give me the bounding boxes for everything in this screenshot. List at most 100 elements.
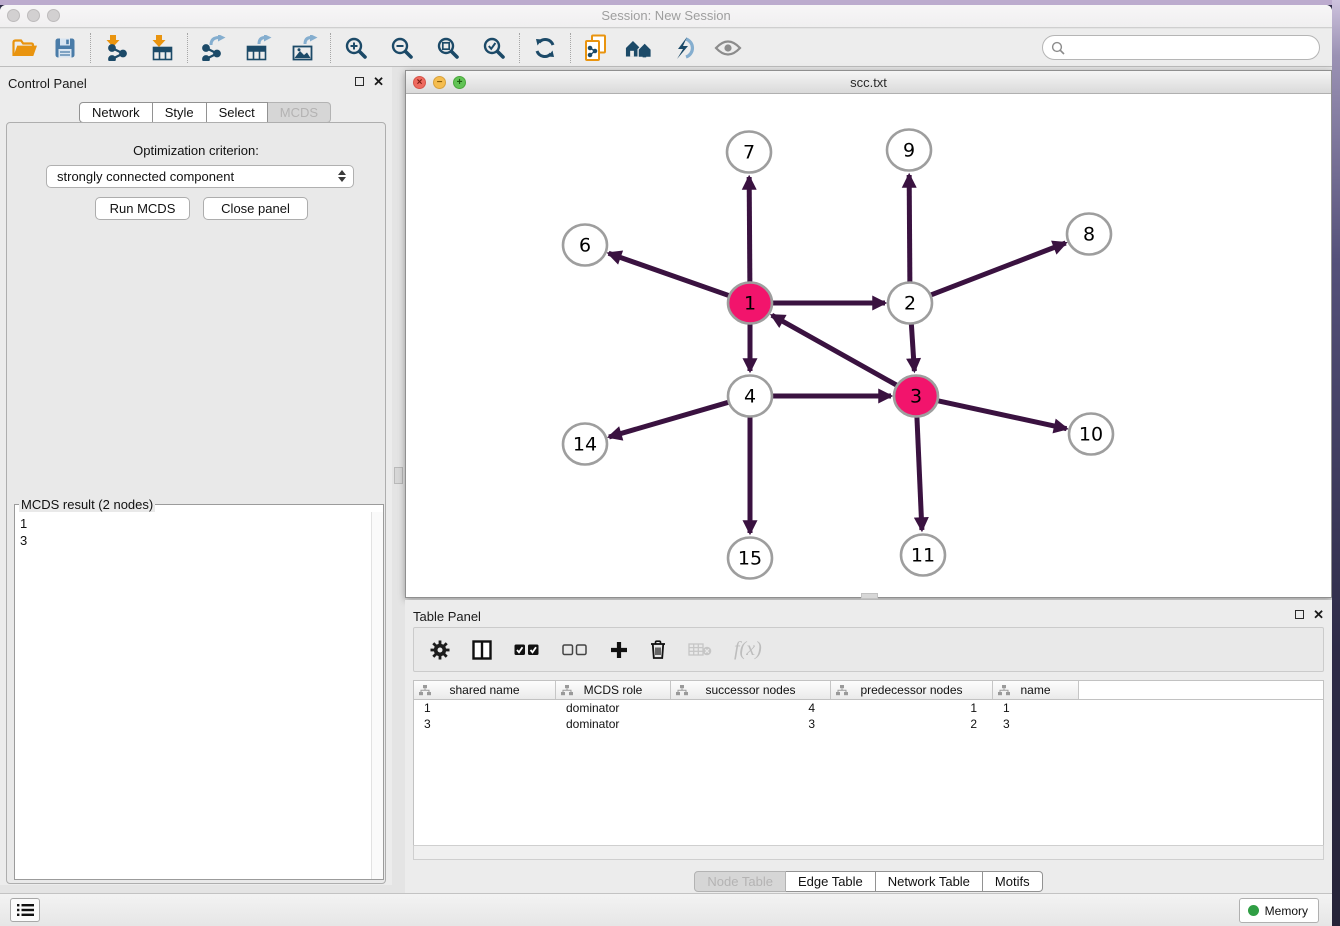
table-cell: 3 — [414, 716, 556, 732]
table-tab-motifs[interactable]: Motifs — [983, 871, 1043, 892]
column-header-successor-nodes[interactable]: successor nodes — [671, 681, 831, 699]
open-folder-icon — [12, 37, 38, 59]
table-row[interactable]: 1dominator411 — [414, 700, 1323, 716]
refresh-button[interactable] — [530, 33, 560, 63]
toolbar-separator — [90, 33, 91, 63]
close-panel-button[interactable]: Close panel — [203, 197, 308, 220]
graph-edge-1-7[interactable] — [749, 177, 750, 284]
float-table-panel-icon[interactable] — [1295, 610, 1304, 619]
close-panel-icon[interactable]: ✕ — [373, 76, 384, 87]
graph-node-10[interactable]: 10 — [1069, 414, 1113, 455]
save-floppy-icon — [54, 37, 76, 59]
zoom-fit-button[interactable] — [433, 33, 463, 63]
save-session-button[interactable] — [50, 33, 80, 63]
table-panel-title: Table Panel — [413, 609, 481, 624]
task-history-button[interactable] — [10, 898, 40, 922]
table-cell: dominator — [556, 700, 671, 716]
horizontal-splitter-handle[interactable] — [861, 593, 878, 599]
mcds-result-text[interactable]: 1 3 — [15, 512, 371, 879]
import-table-icon — [149, 35, 175, 61]
criterion-dropdown[interactable]: strongly connected component — [46, 165, 354, 188]
zoom-out-button[interactable] — [387, 33, 417, 63]
import-network-button[interactable] — [101, 33, 131, 63]
svg-text:15: 15 — [738, 548, 762, 570]
run-mcds-button[interactable]: Run MCDS — [95, 197, 190, 220]
close-table-panel-icon[interactable]: ✕ — [1313, 609, 1324, 620]
delete-column-button[interactable] — [650, 640, 666, 659]
export-table-button[interactable] — [244, 33, 274, 63]
column-type-icon — [561, 685, 573, 696]
column-header-shared-name[interactable]: shared name — [414, 681, 556, 699]
graph-node-14[interactable]: 14 — [563, 424, 607, 465]
network-canvas[interactable]: 7 9 6 8 1 2 4 3 14 10 15 11 — [406, 94, 1331, 597]
tab-style[interactable]: Style — [153, 102, 207, 123]
search-input[interactable] — [1065, 38, 1319, 58]
optimization-criterion-label: Optimization criterion: — [7, 143, 385, 158]
table-tab-node-table[interactable]: Node Table — [694, 871, 786, 892]
table-tab-network-table[interactable]: Network Table — [876, 871, 983, 892]
svg-text:11: 11 — [911, 545, 935, 567]
graph-edge-1-6[interactable] — [609, 253, 732, 296]
column-type-icon — [676, 685, 688, 696]
column-header-filler — [1079, 681, 1323, 699]
table-body: 1dominator4113dominator323 — [414, 700, 1323, 732]
zoom-selected-button[interactable] — [479, 33, 509, 63]
memory-button[interactable]: Memory — [1239, 898, 1319, 923]
zoom-in-button[interactable] — [341, 33, 371, 63]
graph-node-11[interactable]: 11 — [901, 535, 945, 576]
tab-network[interactable]: Network — [79, 102, 153, 123]
graph-node-7[interactable]: 7 — [727, 132, 771, 173]
show-columns-button[interactable] — [472, 640, 492, 660]
column-header-MCDS-role[interactable]: MCDS role — [556, 681, 671, 699]
export-network-button[interactable] — [198, 33, 228, 63]
graph-node-2[interactable]: 2 — [888, 283, 932, 324]
tab-mcds[interactable]: MCDS — [268, 102, 331, 123]
export-image-button[interactable] — [290, 33, 320, 63]
column-header-name[interactable]: name — [993, 681, 1079, 699]
graph-node-15[interactable]: 15 — [728, 538, 772, 579]
add-column-button[interactable] — [610, 641, 628, 659]
graph-node-8[interactable]: 8 — [1067, 214, 1111, 255]
new-network-from-selection-button[interactable] — [581, 33, 611, 63]
select-all-icon — [514, 643, 540, 656]
column-type-icon — [998, 685, 1010, 696]
criterion-dropdown-value: strongly connected component — [57, 169, 234, 184]
open-session-button[interactable] — [10, 33, 40, 63]
vertical-splitter-handle[interactable] — [394, 467, 403, 484]
result-scrollbar[interactable] — [371, 512, 383, 879]
graph-edge-4-14[interactable] — [609, 401, 732, 437]
graph-edge-2-8[interactable] — [928, 243, 1066, 296]
plus-icon — [610, 641, 628, 659]
float-panel-icon[interactable] — [355, 77, 364, 86]
graph-node-3[interactable]: 3 — [894, 376, 938, 417]
graph-edge-2-9[interactable] — [909, 175, 910, 284]
graph-edge-3-1[interactable] — [772, 315, 900, 386]
graph-edge-3-11[interactable] — [917, 415, 922, 530]
graph-edge-2-3[interactable] — [911, 322, 914, 371]
first-neighbors-button[interactable] — [625, 33, 655, 63]
select-all-button[interactable] — [514, 643, 540, 656]
graph-node-4[interactable]: 4 — [728, 376, 772, 417]
import-table-button[interactable] — [147, 33, 177, 63]
control-panel: Control Panel ✕ NetworkStyleSelectMCDS O… — [0, 67, 392, 885]
table-tabs: Node TableEdge TableNetwork TableMotifs — [405, 871, 1332, 892]
table-cell: 3 — [671, 716, 831, 732]
column-header-predecessor-nodes[interactable]: predecessor nodes — [831, 681, 993, 699]
zoom-out-icon — [390, 36, 414, 60]
apply-layout-button[interactable] — [669, 33, 699, 63]
graph-node-1[interactable]: 1 — [728, 283, 772, 324]
table-tab-edge-table[interactable]: Edge Table — [786, 871, 876, 892]
control-panel-tabs: NetworkStyleSelectMCDS — [79, 102, 331, 123]
table-horizontal-scrollbar[interactable] — [413, 845, 1324, 860]
graph-edge-3-10[interactable] — [935, 400, 1067, 429]
column-settings-button[interactable] — [430, 640, 450, 660]
graph-node-9[interactable]: 9 — [887, 130, 931, 171]
deselect-all-button[interactable] — [562, 643, 588, 656]
toolbar-separator — [330, 33, 331, 63]
table-row[interactable]: 3dominator323 — [414, 716, 1323, 732]
export-table-icon — [245, 35, 273, 61]
show-hide-button[interactable] — [713, 33, 743, 63]
tab-select[interactable]: Select — [207, 102, 268, 123]
graph-node-6[interactable]: 6 — [563, 225, 607, 266]
zoom-in-icon — [344, 36, 368, 60]
